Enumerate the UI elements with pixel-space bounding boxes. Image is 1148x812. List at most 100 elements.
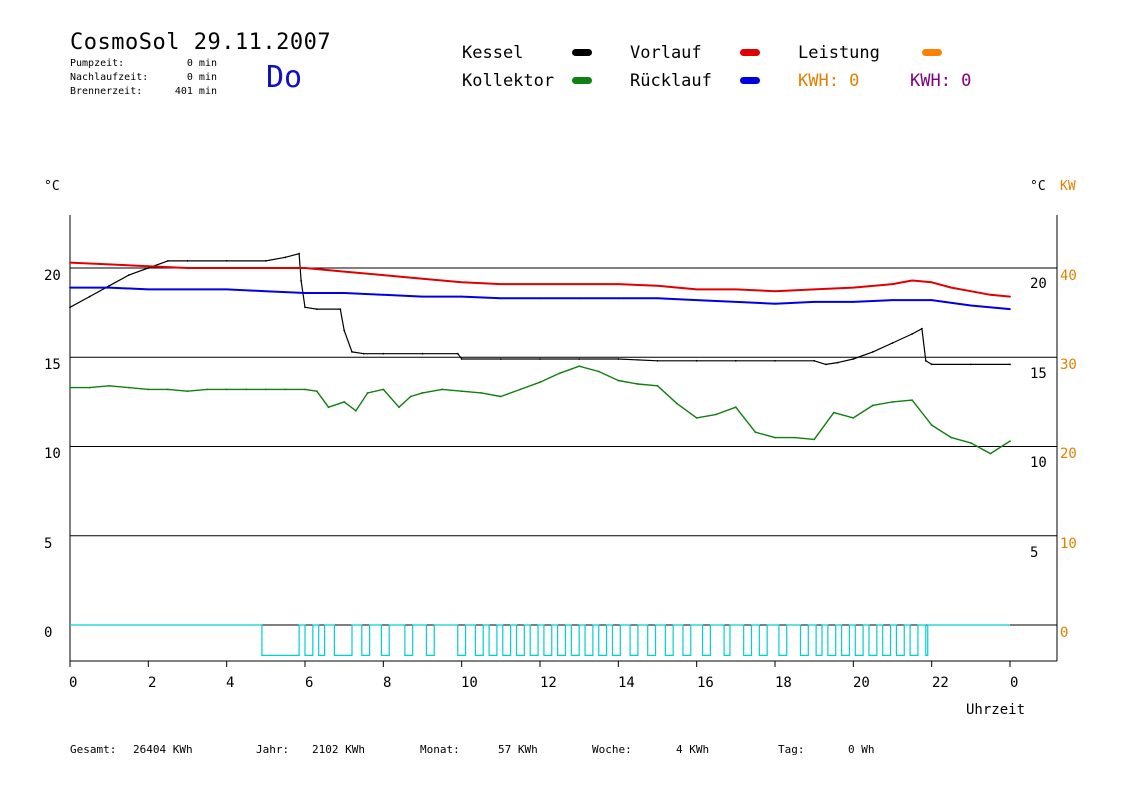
- series-3-point-1: [88, 386, 91, 389]
- series-3-point-18: [382, 388, 385, 391]
- series-3-point-2: [108, 384, 111, 387]
- series-2-point-2: [147, 288, 150, 291]
- series-0-point-33: [852, 358, 855, 360]
- series-0-point-19: [421, 352, 424, 355]
- series-0-point-26: [656, 359, 659, 362]
- series-3-point-21: [421, 392, 424, 394]
- series-3-point-44: [872, 404, 874, 407]
- series-2-point-19: [813, 301, 816, 303]
- series-1-point-25: [969, 290, 972, 293]
- series-3-point-37: [734, 406, 737, 409]
- series-1-point-23: [930, 281, 933, 284]
- series-0-point-35: [891, 342, 894, 344]
- series-2-point-18: [774, 302, 776, 305]
- series-0-point-8: [264, 260, 267, 262]
- series-3-point-30: [597, 370, 600, 373]
- series-3-point-45: [891, 401, 894, 403]
- series-2-point-11: [499, 297, 502, 300]
- chart-plot: [69, 215, 1058, 667]
- series-line-0: [69, 253, 1010, 365]
- series-0-point-36: [911, 333, 913, 335]
- series-0-point-2: [108, 284, 111, 287]
- series-0-point-1: [88, 295, 91, 298]
- series-3-point-13: [315, 390, 318, 393]
- series-2-point-1: [108, 286, 111, 289]
- series-3-point-42: [832, 411, 835, 414]
- series-3-point-48: [950, 436, 953, 439]
- series-3-point-39: [774, 436, 776, 439]
- series-1-point-24: [950, 286, 953, 289]
- series-2-point-15: [656, 297, 659, 300]
- series-0-point-3: [127, 274, 130, 276]
- series-2-point-8: [382, 293, 385, 296]
- series-3-point-20: [409, 395, 412, 398]
- series-1-point-13: [578, 283, 581, 285]
- series-2-point-12: [539, 297, 541, 300]
- series-3-point-34: [676, 402, 678, 405]
- series-3-point-51: [1009, 440, 1011, 442]
- series-3-point-22: [441, 388, 443, 391]
- series-3-point-50: [989, 452, 992, 455]
- series-0-point-12: [304, 306, 306, 309]
- series-0-point-21: [460, 358, 463, 360]
- series-0-point-4: [147, 267, 150, 269]
- series-1-point-15: [656, 284, 659, 287]
- series-3-point-36: [715, 413, 718, 416]
- series-3-point-19: [398, 406, 400, 409]
- series-1-point-6: [304, 267, 306, 269]
- series-3-point-41: [813, 438, 816, 441]
- series-0-point-31: [825, 363, 827, 366]
- series-1-point-3: [186, 267, 189, 269]
- series-0-point-40: [969, 363, 972, 366]
- series-0-point-34: [872, 351, 874, 353]
- series-0-point-38: [924, 359, 927, 362]
- series-3-point-3: [127, 386, 130, 389]
- series-0-point-0: [69, 306, 71, 309]
- series-1-point-26: [989, 293, 992, 296]
- series-1-point-9: [421, 277, 424, 280]
- series-3-point-9: [245, 388, 248, 391]
- series-0-point-32: [836, 361, 839, 364]
- series-3-point-27: [539, 381, 541, 384]
- series-2-point-6: [304, 292, 306, 294]
- series-1-point-4: [225, 267, 228, 269]
- series-3-point-25: [499, 395, 502, 398]
- series-3-point-11: [284, 388, 287, 391]
- series-0-point-10: [298, 252, 300, 255]
- series-1-point-11: [499, 283, 502, 285]
- series-1-point-8: [382, 274, 385, 276]
- series-0-point-17: [362, 352, 365, 355]
- series-1-point-17: [734, 288, 737, 291]
- series-1-point-5: [264, 267, 267, 269]
- series-0-point-20: [456, 352, 459, 355]
- series-3-point-10: [264, 388, 267, 391]
- series-3-point-43: [852, 417, 855, 419]
- series-3-point-0: [69, 386, 71, 389]
- series-1-point-27: [1009, 295, 1011, 298]
- series-3-point-12: [304, 388, 306, 391]
- series-1-point-21: [891, 283, 894, 285]
- series-3-point-5: [167, 388, 169, 391]
- series-3-point-23: [460, 390, 463, 393]
- series-0-point-11: [300, 279, 302, 282]
- pump-signal-line: [70, 624, 1010, 656]
- series-1-point-14: [617, 283, 620, 285]
- series-3-point-49: [969, 442, 972, 444]
- series-0-point-5: [167, 260, 169, 262]
- series-3-point-14: [327, 406, 330, 409]
- series-0-point-15: [343, 329, 346, 332]
- series-0-point-39: [930, 363, 933, 366]
- series-2-point-21: [891, 299, 894, 301]
- series-3-point-6: [186, 390, 189, 393]
- series-1-point-12: [539, 283, 541, 285]
- series-1-point-2: [147, 265, 150, 268]
- series-1-point-20: [852, 286, 855, 289]
- series-2-point-3: [186, 288, 189, 291]
- series-3-point-28: [558, 372, 561, 375]
- series-3-point-15: [343, 401, 346, 403]
- series-2-point-0: [69, 286, 71, 289]
- series-3-point-29: [578, 365, 581, 368]
- series-1-point-7: [343, 270, 346, 273]
- series-3-point-8: [225, 388, 228, 391]
- series-3-point-31: [617, 379, 620, 382]
